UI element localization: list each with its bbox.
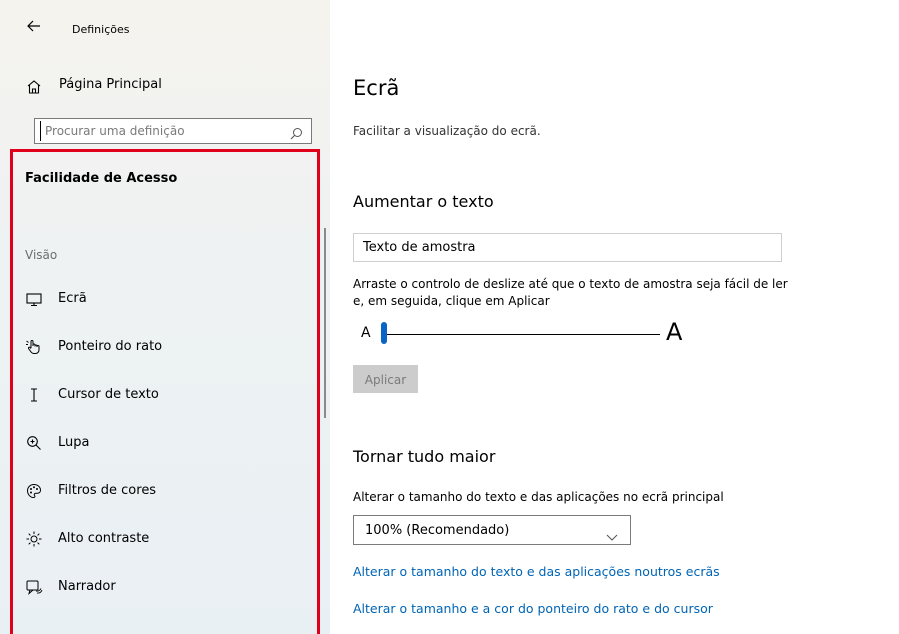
pointer-hand-icon	[25, 338, 43, 356]
sidebar-item-label: Narrador	[58, 579, 116, 594]
sidebar-item-label: Filtros de cores	[58, 483, 157, 498]
sample-text-box: Texto de amostra	[353, 233, 782, 262]
home-nav-item[interactable]: Página Principal	[25, 74, 315, 102]
sun-icon	[25, 530, 43, 548]
text-size-slider[interactable]: A A	[353, 318, 693, 352]
sidebar-item-color-filters[interactable]: Filtros de cores	[25, 479, 305, 507]
search-input[interactable]	[40, 121, 285, 141]
home-icon	[25, 78, 43, 96]
pointer-size-link[interactable]: Alterar o tamanho e a cor do ponteiro do…	[353, 601, 713, 616]
sample-text: Texto de amostra	[363, 240, 476, 255]
scale-label: Alterar o tamanho do texto e das aplicaç…	[353, 490, 724, 504]
sidebar-scrollbar[interactable]	[324, 228, 326, 418]
search-icon[interactable]	[290, 125, 303, 140]
sidebar-item-label: Cursor de texto	[58, 387, 159, 402]
slider-instruction: Arraste o controlo de deslize até que o …	[353, 277, 788, 308]
page-title: Ecrã	[353, 76, 400, 100]
sidebar-item-label: Alto contraste	[58, 531, 150, 546]
narrator-icon	[25, 578, 43, 596]
back-arrow-icon	[27, 20, 40, 32]
sidebar-item-text-cursor[interactable]: Cursor de texto	[25, 383, 305, 411]
app-title: Definições	[72, 23, 130, 36]
magnifier-icon	[25, 434, 43, 452]
sidebar-item-narrator[interactable]: Narrador	[25, 575, 305, 603]
search-box[interactable]	[34, 118, 312, 144]
slider-max-label: A	[666, 318, 683, 346]
scale-selected-value: 100% (Recomendado)	[365, 523, 510, 538]
text-size-heading: Aumentar o texto	[353, 192, 494, 211]
slider-track[interactable]	[385, 334, 660, 335]
title-bar: Definições	[0, 0, 330, 46]
back-button[interactable]	[24, 16, 44, 36]
sidebar-item-label: Lupa	[58, 435, 90, 450]
monitor-icon	[25, 290, 43, 308]
sidebar: Definições Página Principal Facilidade d…	[0, 0, 330, 634]
sidebar-item-label: Ecrã	[58, 291, 87, 306]
scale-heading: Tornar tudo maior	[353, 447, 496, 466]
sidebar-item-label: Ponteiro do rato	[58, 339, 163, 354]
sidebar-item-mouse-pointer[interactable]: Ponteiro do rato	[25, 335, 305, 363]
category-label: Visão	[25, 248, 58, 262]
sidebar-item-high-contrast[interactable]: Alto contraste	[25, 527, 305, 555]
sidebar-item-magnifier[interactable]: Lupa	[25, 431, 305, 459]
page-subtitle: Facilitar a visualização do ecrã.	[353, 124, 541, 138]
settings-window: Definições Página Principal Facilidade d…	[0, 0, 899, 634]
color-palette-icon	[25, 482, 43, 500]
home-label: Página Principal	[59, 77, 162, 92]
text-cursor-icon	[25, 386, 43, 404]
chevron-down-icon	[606, 527, 618, 541]
main-content: Ecrã Facilitar a visualização do ecrã. A…	[330, 0, 899, 634]
sidebar-item-display[interactable]: Ecrã	[25, 287, 305, 315]
slider-min-label: A	[361, 325, 371, 341]
slider-thumb[interactable]	[381, 322, 387, 344]
scale-dropdown[interactable]: 100% (Recomendado)	[353, 515, 631, 545]
apply-button[interactable]: Aplicar	[353, 365, 418, 393]
other-displays-link[interactable]: Alterar o tamanho do texto e das aplicaç…	[353, 564, 720, 579]
section-title: Facilidade de Acesso	[25, 171, 178, 186]
